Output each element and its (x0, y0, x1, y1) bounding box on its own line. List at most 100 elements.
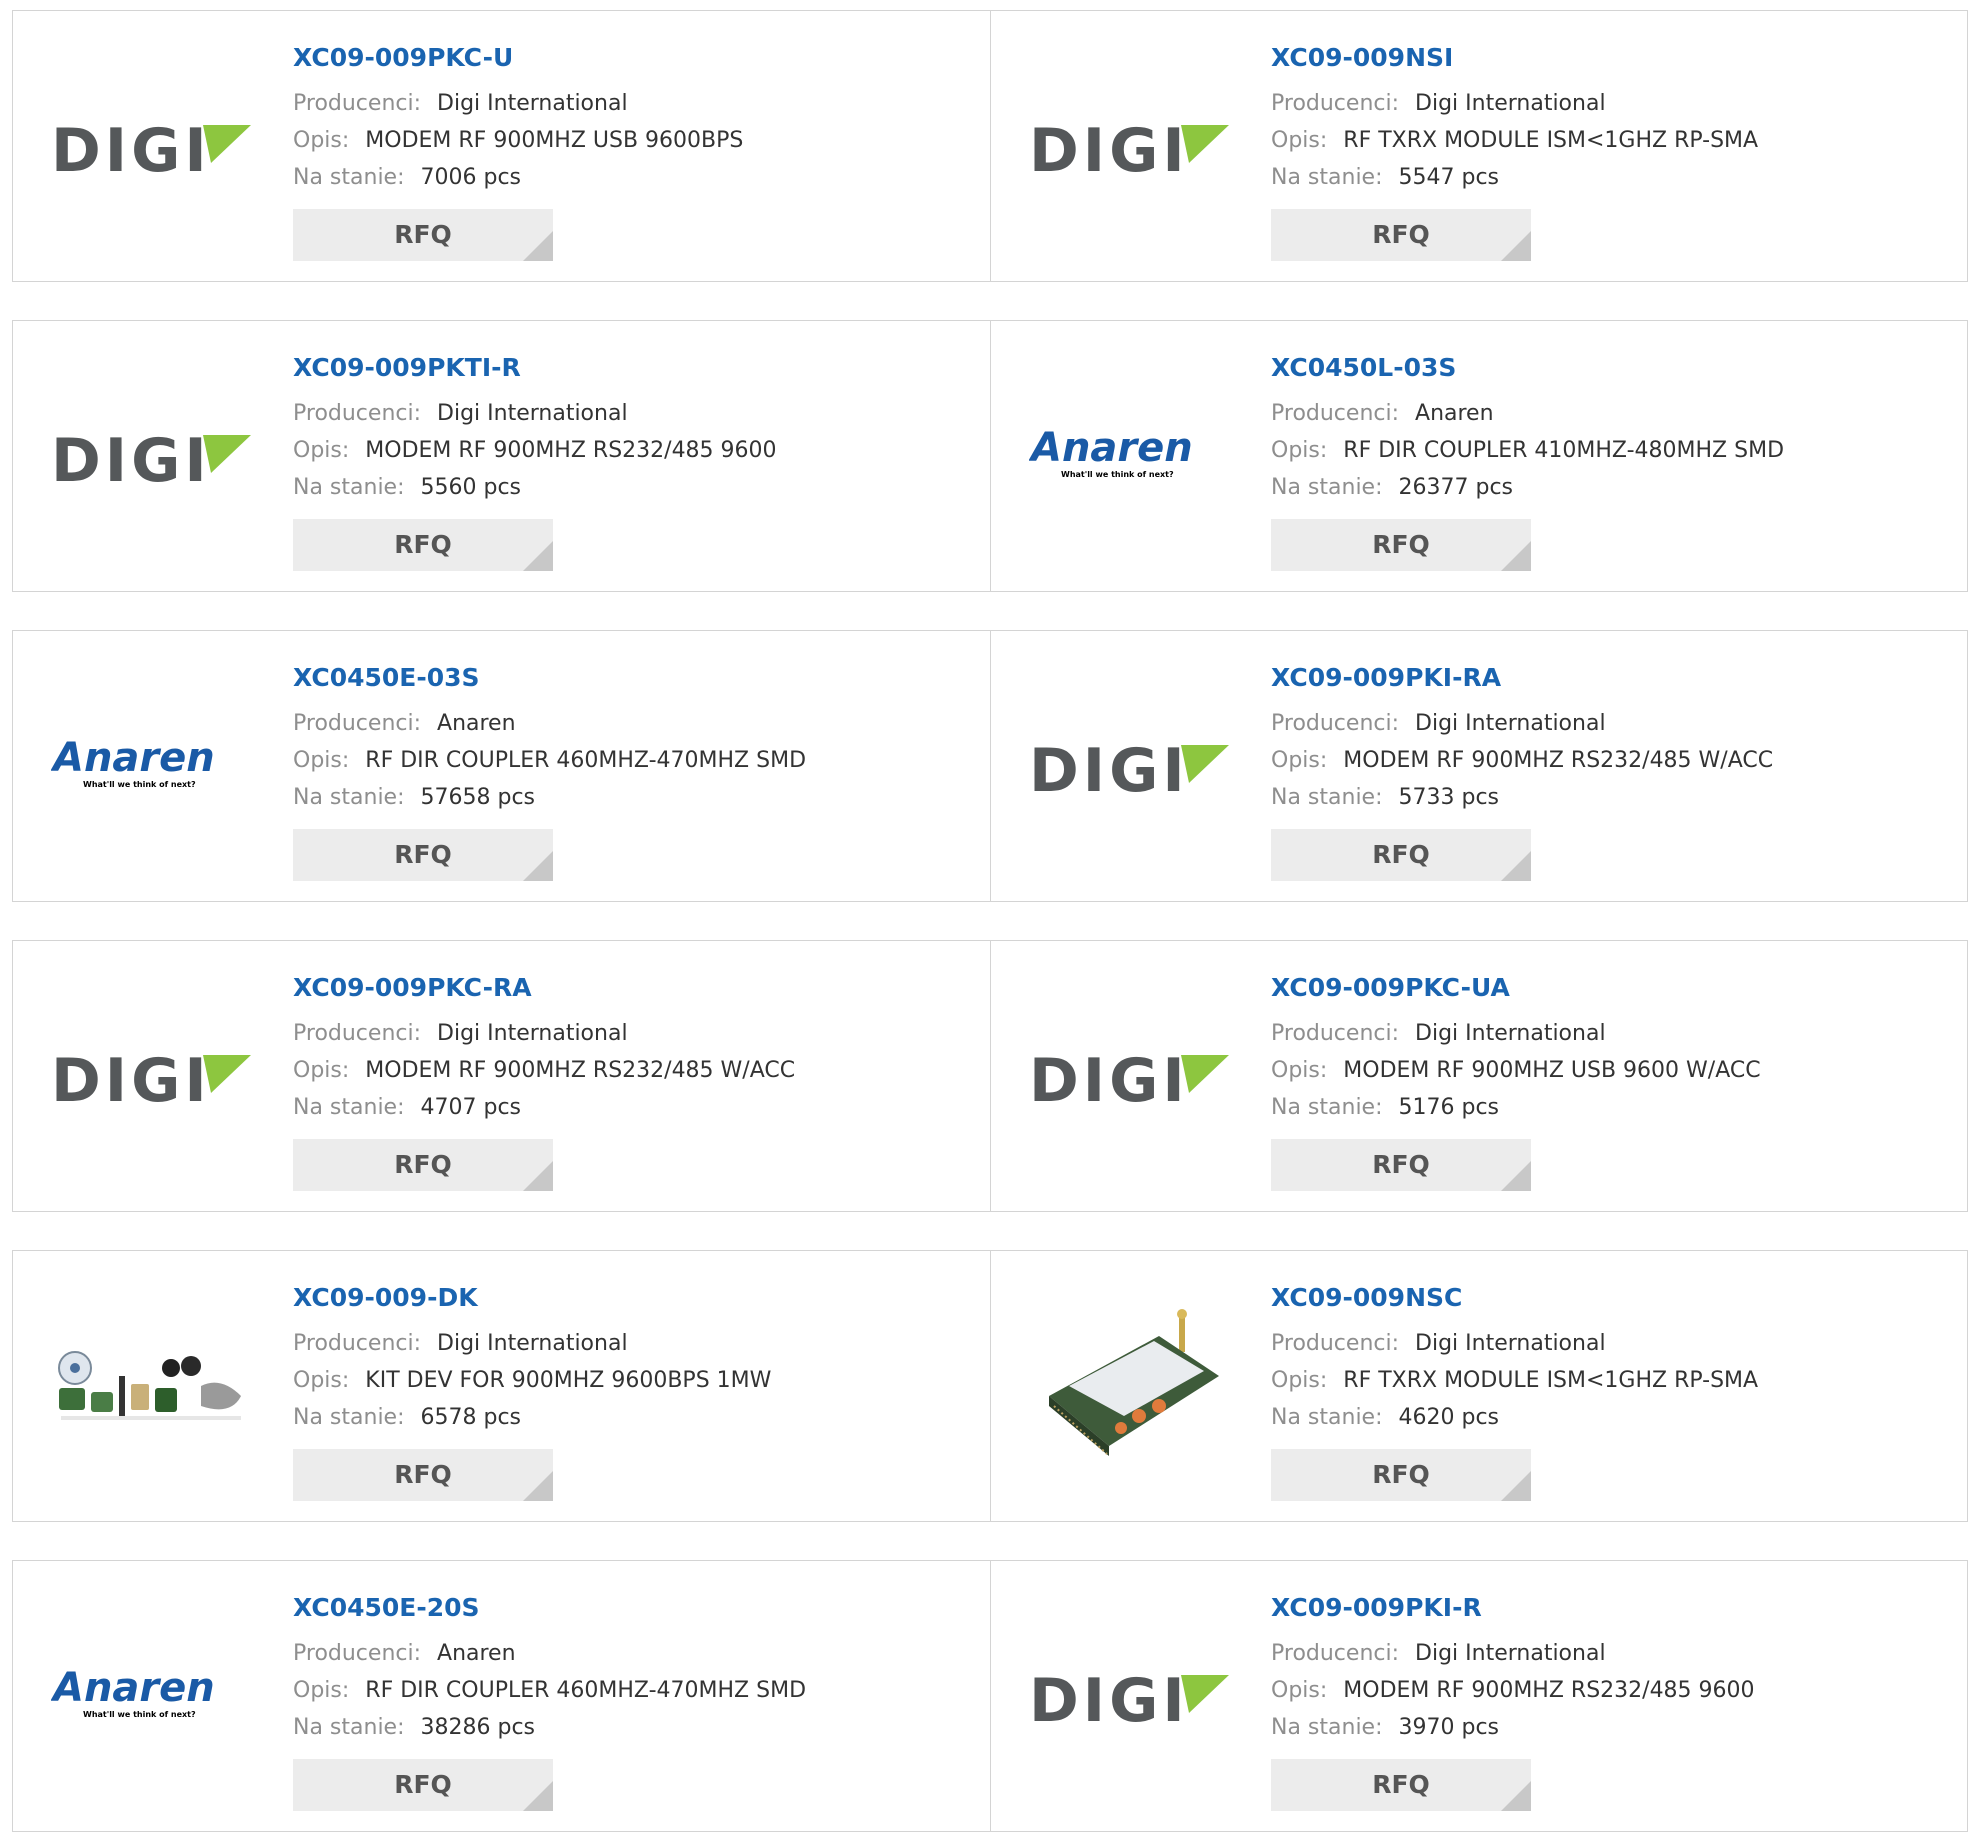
part-number-link[interactable]: XC0450E-20S (293, 1593, 480, 1623)
stock-row: Na stanie: 57658 pcs (293, 779, 980, 816)
digi-logo[interactable]: DIGI (1029, 996, 1229, 1156)
rf-module-photo[interactable] (1029, 1306, 1229, 1466)
manufacturer-label: Producenci: (293, 711, 422, 736)
part-number-link[interactable]: XC0450L-03S (1271, 353, 1456, 383)
product-card: DIGI XC09-009PKC-RA Producenci: Digi Inte… (13, 941, 990, 1211)
rfq-label: RFQ (394, 1460, 452, 1489)
part-number-link[interactable]: XC09-009NSC (1271, 1283, 1462, 1313)
manufacturer-value: Digi International (1415, 1021, 1606, 1046)
anaren-logo[interactable]: Anaren What'll we think of next? (1029, 376, 1229, 536)
manufacturer-label: Producenci: (293, 1021, 422, 1046)
stock-value: 5176 pcs (1398, 1095, 1500, 1120)
part-number-link[interactable]: XC09-009PKTI-R (293, 353, 521, 383)
svg-text:What'll we think of next?: What'll we think of next? (83, 780, 196, 789)
description-row: Opis: RF TXRX MODULE ISM<1GHZ RP-SMA (1271, 122, 1957, 159)
description-label: Opis: (1271, 1678, 1328, 1703)
svg-text:DIGI: DIGI (1029, 1046, 1189, 1111)
rfq-label: RFQ (394, 1150, 452, 1179)
digi-logo[interactable]: DIGI (1029, 66, 1229, 226)
rfq-button[interactable]: RFQ (293, 209, 553, 261)
part-number-link[interactable]: XC0450E-03S (293, 663, 480, 693)
manufacturer-row: Producenci: Anaren (1271, 395, 1957, 432)
stock-label: Na stanie: (293, 1405, 405, 1430)
svg-text:DIGI: DIGI (1029, 1666, 1189, 1731)
product-row: DIGI XC09-009PKTI-R Producenci: Digi Inte… (12, 320, 1968, 592)
digi-logo[interactable]: DIGI (51, 66, 251, 226)
rfq-button[interactable]: RFQ (293, 1759, 553, 1811)
part-number-link[interactable]: XC09-009PKI-R (1271, 1593, 1482, 1623)
stock-value: 38286 pcs (420, 1715, 536, 1740)
rfq-button[interactable]: RFQ (293, 829, 553, 881)
manufacturer-row: Producenci: Digi International (293, 85, 980, 122)
part-number-link[interactable]: XC09-009NSI (1271, 43, 1453, 73)
stock-row: Na stanie: 5176 pcs (1271, 1089, 1957, 1126)
description-label: Opis: (1271, 748, 1328, 773)
dev-kit-photo[interactable] (51, 1306, 251, 1466)
digi-logo[interactable]: DIGI (51, 376, 251, 536)
digi-logo[interactable]: DIGI (1029, 1616, 1229, 1776)
manufacturer-row: Producenci: Digi International (293, 1325, 980, 1362)
manufacturer-value: Digi International (1415, 91, 1606, 116)
svg-text:Anaren: Anaren (51, 735, 215, 781)
stock-value: 5733 pcs (1398, 785, 1500, 810)
rfq-label: RFQ (394, 220, 452, 249)
corner-triangle-icon (523, 1781, 553, 1811)
part-number-link[interactable]: XC09-009PKI-RA (1271, 663, 1501, 693)
stock-label: Na stanie: (293, 1095, 405, 1120)
anaren-logo[interactable]: Anaren What'll we think of next? (51, 686, 251, 846)
stock-label: Na stanie: (1271, 1095, 1383, 1120)
description-row: Opis: RF DIR COUPLER 460MHZ-470MHZ SMD (293, 742, 980, 779)
manufacturer-row: Producenci: Digi International (1271, 705, 1957, 742)
corner-triangle-icon (1501, 1471, 1531, 1501)
product-info: XC09-009PKC-U Producenci: Digi Internatio… (293, 43, 980, 196)
manufacturer-label: Producenci: (293, 1331, 422, 1356)
rfq-button[interactable]: RFQ (1271, 519, 1531, 571)
corner-triangle-icon (523, 1161, 553, 1191)
part-number-link[interactable]: XC09-009PKC-U (293, 43, 513, 73)
corner-triangle-icon (523, 541, 553, 571)
manufacturer-row: Producenci: Anaren (293, 705, 980, 742)
svg-text:DIGI: DIGI (1029, 736, 1189, 801)
description-value: RF TXRX MODULE ISM<1GHZ RP-SMA (1343, 1368, 1759, 1393)
manufacturer-label: Producenci: (1271, 91, 1400, 116)
rfq-label: RFQ (394, 530, 452, 559)
rfq-label: RFQ (1372, 1460, 1430, 1489)
stock-row: Na stanie: 38286 pcs (293, 1709, 980, 1746)
rfq-label: RFQ (394, 1770, 452, 1799)
rfq-button[interactable]: RFQ (1271, 1139, 1531, 1191)
part-number-link[interactable]: XC09-009PKC-UA (1271, 973, 1510, 1003)
product-info: XC0450L-03S Producenci: Anaren Opis: RF DI… (1271, 353, 1957, 506)
description-label: Opis: (1271, 128, 1328, 153)
product-info: XC09-009PKC-RA Producenci: Digi Internati… (293, 973, 980, 1126)
anaren-logo[interactable]: Anaren What'll we think of next? (51, 1616, 251, 1776)
rfq-button[interactable]: RFQ (1271, 829, 1531, 881)
stock-value: 57658 pcs (420, 785, 536, 810)
digi-logo[interactable]: DIGI (1029, 686, 1229, 846)
svg-text:What'll we think of next?: What'll we think of next? (1061, 470, 1174, 479)
rfq-button[interactable]: RFQ (1271, 1759, 1531, 1811)
manufacturer-value: Anaren (437, 1641, 516, 1666)
rfq-button[interactable]: RFQ (293, 519, 553, 571)
stock-row: Na stanie: 5733 pcs (1271, 779, 1957, 816)
description-row: Opis: MODEM RF 900MHZ RS232/485 9600 (293, 432, 980, 469)
corner-triangle-icon (1501, 1781, 1531, 1811)
manufacturer-label: Producenci: (293, 91, 422, 116)
description-row: Opis: KIT DEV FOR 900MHZ 9600BPS 1MW (293, 1362, 980, 1399)
stock-value: 4620 pcs (1398, 1405, 1500, 1430)
rfq-button[interactable]: RFQ (1271, 209, 1531, 261)
rfq-button[interactable]: RFQ (293, 1449, 553, 1501)
rfq-label: RFQ (1372, 840, 1430, 869)
rfq-button[interactable]: RFQ (1271, 1449, 1531, 1501)
product-row: DIGI XC09-009PKC-U Producenci: Digi Inter… (12, 10, 1968, 282)
stock-label: Na stanie: (1271, 165, 1383, 190)
product-card: DIGI XC09-009NSI Producenci: Digi Interna… (990, 11, 1967, 281)
rfq-button[interactable]: RFQ (293, 1139, 553, 1191)
part-number-link[interactable]: XC09-009-DK (293, 1283, 478, 1313)
corner-triangle-icon (1501, 851, 1531, 881)
product-info: XC0450E-03S Producenci: Anaren Opis: RF DI… (293, 663, 980, 816)
digi-logo[interactable]: DIGI (51, 996, 251, 1156)
manufacturer-value: Anaren (1415, 401, 1494, 426)
manufacturer-value: Digi International (1415, 711, 1606, 736)
part-number-link[interactable]: XC09-009PKC-RA (293, 973, 532, 1003)
manufacturer-label: Producenci: (1271, 401, 1400, 426)
